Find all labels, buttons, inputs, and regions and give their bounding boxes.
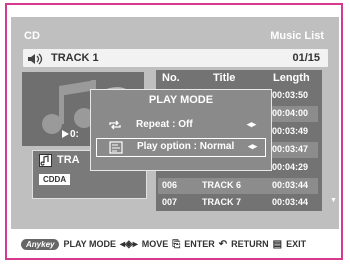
source-label: CD — [24, 30, 40, 42]
row-no: 006 — [162, 180, 178, 190]
repeat-label: Repeat : Off — [136, 119, 193, 130]
format-badge: CDDA — [39, 174, 71, 185]
left-right-arrow-icon: ◂▸ — [247, 141, 257, 151]
play-option-label: Play option : Normal — [137, 141, 235, 152]
anykey-button-icon: Anykey — [21, 238, 60, 250]
move-arrows-icon: ◂◈▸ — [119, 238, 138, 250]
footer-help-bar: Anykey PLAY MODE ◂◈▸ MOVE ⎘ ENTER ↶ RETU… — [21, 237, 306, 251]
enter-hint: ENTER — [184, 239, 215, 249]
play-option[interactable]: Play option : Normal ◂▸ — [96, 138, 266, 157]
info-track-label: TRA — [57, 154, 80, 166]
row-length: 00:03:49 — [272, 126, 309, 136]
scroll-down-icon[interactable]: ▼ — [330, 197, 337, 204]
row-length: 00:04:00 — [272, 108, 309, 118]
row-length: 00:03:44 — [272, 180, 309, 190]
row-length: 00:03:50 — [272, 90, 309, 100]
play-option-icon — [109, 141, 123, 157]
row-length: 00:03:47 — [272, 144, 309, 154]
return-hint: RETURN — [231, 239, 269, 249]
speaker-icon — [27, 52, 45, 70]
music-note-icon — [39, 154, 52, 172]
play-mode-hint: PLAY MODE — [63, 239, 116, 249]
column-header-no: No. — [162, 72, 180, 84]
row-title: TRACK 6 — [202, 180, 242, 190]
current-track-name: TRACK 1 — [51, 52, 99, 64]
repeat-icon — [108, 119, 122, 134]
play-time: 0: — [70, 129, 79, 140]
exit-icon: ▤ — [272, 238, 283, 250]
column-header-length: Length — [273, 72, 310, 84]
table-row[interactable]: 007 TRACK 7 00:03:44 — [158, 195, 318, 211]
column-header-title: Title — [213, 72, 236, 84]
row-title: TRACK 7 — [202, 197, 242, 207]
table-row[interactable]: 006 TRACK 6 00:03:44 — [158, 178, 318, 194]
move-hint: MOVE — [141, 239, 169, 249]
row-no: 007 — [162, 197, 178, 207]
row-length: 00:04:29 — [272, 162, 309, 172]
row-length: 00:03:44 — [272, 197, 309, 207]
track-position: 01/15 — [292, 52, 320, 64]
play-mode-popup: PLAY MODE Repeat : Off ◂▸ Play option : … — [90, 89, 272, 171]
repeat-option[interactable]: Repeat : Off ◂▸ — [96, 117, 264, 134]
popup-title: PLAY MODE — [148, 94, 214, 106]
screen-title: Music List — [270, 30, 324, 42]
return-icon: ↶ — [218, 238, 228, 250]
current-track-bar: TRACK 1 01/15 — [23, 49, 328, 67]
enter-icon: ⎘ — [172, 238, 181, 250]
exit-hint: EXIT — [286, 239, 307, 249]
left-right-arrow-icon: ◂▸ — [246, 119, 256, 129]
